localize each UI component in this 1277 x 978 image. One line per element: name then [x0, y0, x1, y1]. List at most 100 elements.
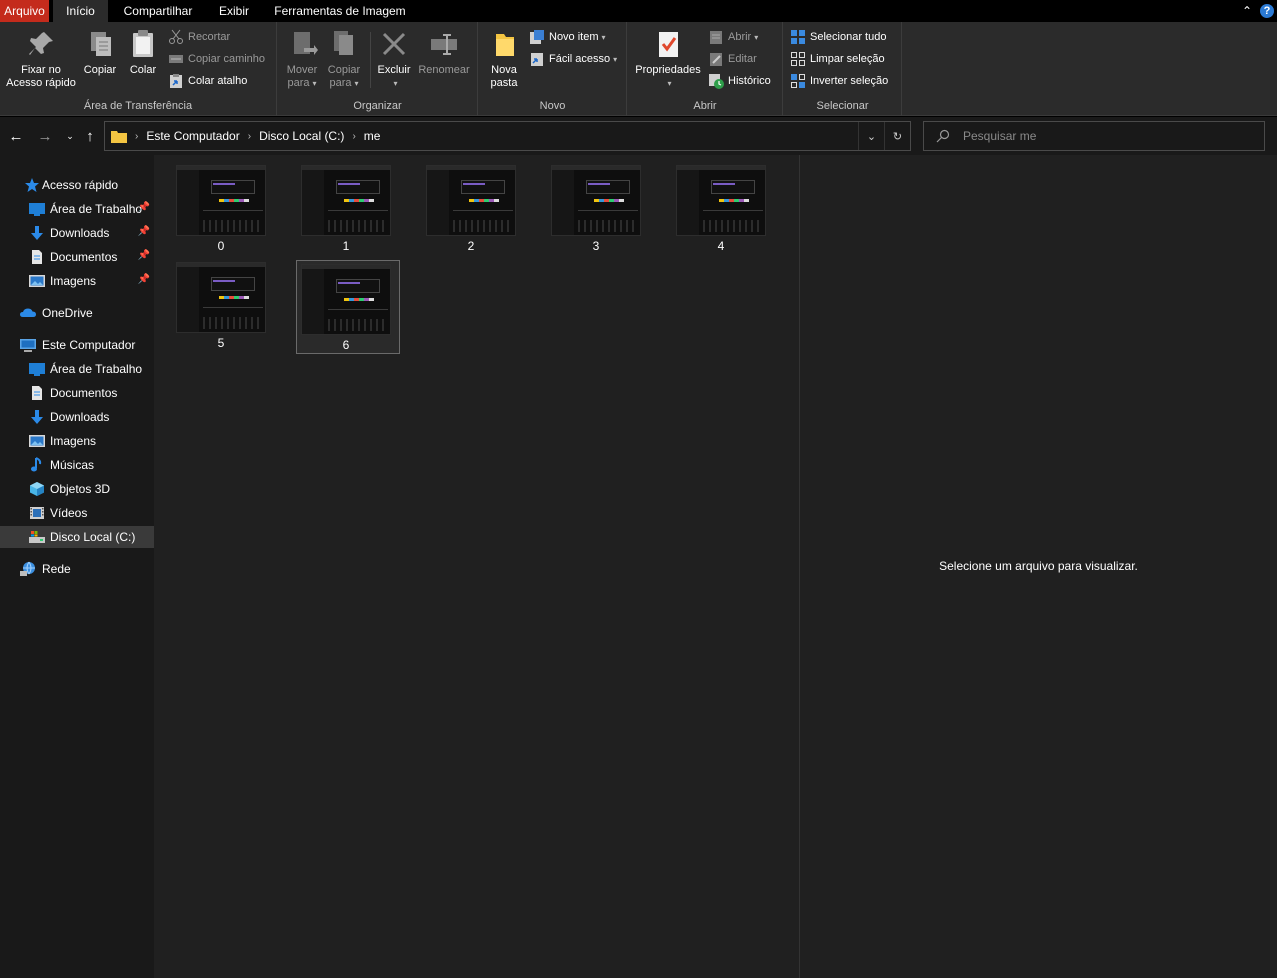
copy-to-button[interactable]: Copiar para ▾	[324, 28, 364, 90]
file-item[interactable]: 0	[154, 159, 266, 253]
file-item[interactable]: 4	[654, 159, 766, 253]
invert-selection-label: Inverter seleção	[810, 75, 889, 87]
pin-quick-access-button[interactable]: Fixar no Acesso rápido	[4, 28, 78, 90]
collapse-ribbon-icon[interactable]: ⌃	[1237, 0, 1257, 22]
ribbon-tab-bar: Arquivo Início Compartilhar Exibir Ferra…	[0, 0, 1277, 22]
breadcrumb-separator-icon[interactable]: ›	[352, 131, 355, 142]
delete-button[interactable]: Excluir ▾	[374, 28, 414, 90]
sidebar-label: Imagens	[50, 274, 97, 288]
sidebar-item-this-pc[interactable]: Este Computador	[0, 334, 154, 356]
sidebar-item-3d-objects[interactable]: Objetos 3D	[0, 478, 154, 500]
cut-button[interactable]: Recortar	[168, 27, 230, 47]
history-button[interactable]: Histórico	[708, 71, 771, 91]
preview-message: Selecione um arquivo para visualizar.	[939, 559, 1138, 573]
search-input[interactable]	[963, 129, 1253, 143]
sidebar-item-videos[interactable]: Vídeos	[0, 502, 154, 524]
sidebar-item-pictures[interactable]: Imagens	[0, 430, 154, 452]
tab-file[interactable]: Arquivo	[0, 0, 49, 22]
image-thumbnail	[176, 262, 266, 333]
address-history-chevron-icon[interactable]: ⌄	[858, 122, 884, 150]
open-button[interactable]: Abrir ▾	[708, 27, 758, 47]
sidebar-item-documents[interactable]: Documentos	[0, 382, 154, 404]
file-item[interactable]: 2	[404, 159, 516, 253]
select-all-button[interactable]: Selecionar tudo	[790, 27, 886, 47]
paste-label: Colar	[129, 64, 157, 76]
back-arrow-icon[interactable]: ←	[6, 126, 26, 146]
sidebar-label: Este Computador	[42, 338, 136, 352]
ribbon: Fixar no Acesso rápido Copiar Colar Reco…	[0, 22, 1277, 116]
refresh-icon[interactable]: ↻	[884, 122, 910, 150]
tab-home[interactable]: Início	[53, 0, 108, 22]
new-folder-icon	[488, 28, 520, 60]
file-item[interactable]: 1	[279, 159, 391, 253]
new-folder-button[interactable]: Nova pasta	[485, 28, 523, 90]
sidebar-label: Objetos 3D	[50, 482, 111, 496]
file-item-selected[interactable]: 6	[296, 260, 400, 354]
sidebar-item-downloads[interactable]: Downloads	[0, 406, 154, 428]
open-label: Abrir	[728, 31, 752, 43]
delete-dropdown-icon[interactable]: ▾	[377, 77, 414, 90]
copy-label: Copiar	[83, 64, 117, 76]
sidebar-item-music[interactable]: Músicas	[0, 454, 154, 476]
pictures-icon	[29, 273, 45, 289]
sidebar-item-pictures-pinned[interactable]: Imagens 📌	[0, 270, 154, 292]
copy-button[interactable]: Copiar	[82, 28, 118, 77]
network-icon	[20, 561, 36, 577]
paste-shortcut-button[interactable]: Colar atalho	[168, 71, 247, 91]
sidebar-item-desktop[interactable]: Área de Trabalho	[0, 358, 154, 380]
sidebar-item-quick-access[interactable]: Acesso rápido	[0, 174, 154, 196]
select-none-button[interactable]: Limpar seleção	[790, 49, 885, 69]
file-item[interactable]: 3	[529, 159, 641, 253]
breadcrumb-this-pc[interactable]: Este Computador	[146, 129, 239, 143]
rename-button[interactable]: Renomear	[416, 28, 472, 77]
breadcrumb-separator-icon[interactable]: ›	[135, 131, 138, 142]
breadcrumb-local-disk[interactable]: Disco Local (C:)	[259, 129, 344, 143]
tabbar-controls: ⌃ ?	[1237, 0, 1277, 22]
recent-locations-chevron-icon[interactable]: ⌄	[60, 126, 80, 146]
copy-path-button[interactable]: Copiar caminho	[168, 49, 265, 69]
clipboard-group-label: Área de Transferência	[83, 100, 193, 112]
tab-view[interactable]: Exibir	[208, 0, 260, 22]
file-item[interactable]: 5	[154, 256, 266, 350]
delete-x-icon	[378, 28, 410, 60]
address-bar[interactable]: › Este Computador › Disco Local (C:) › m…	[104, 121, 911, 151]
sidebar-item-local-disk[interactable]: Disco Local (C:)	[0, 526, 154, 548]
sidebar-item-documents-pinned[interactable]: Documentos 📌	[0, 246, 154, 268]
sidebar-label: Documentos	[50, 250, 118, 264]
help-icon[interactable]: ?	[1257, 0, 1277, 22]
new-group-label: Novo	[539, 100, 566, 112]
download-arrow-icon	[29, 409, 45, 425]
pinned-icon: 📌	[137, 226, 150, 237]
sidebar-label: Imagens	[50, 434, 97, 448]
pin-label-1: Fixar no	[21, 64, 61, 76]
tab-share[interactable]: Compartilhar	[112, 0, 204, 22]
sidebar-item-onedrive[interactable]: OneDrive	[0, 302, 154, 324]
scissors-icon	[168, 29, 184, 45]
search-box[interactable]	[923, 121, 1265, 151]
video-icon	[29, 505, 45, 521]
forward-arrow-icon[interactable]: →	[35, 126, 55, 146]
up-arrow-icon[interactable]: ↑	[80, 126, 100, 146]
edit-button[interactable]: Editar	[708, 49, 757, 69]
move-to-button[interactable]: Mover para ▾	[282, 28, 322, 90]
invert-selection-button[interactable]: Inverter seleção	[790, 71, 888, 91]
easy-access-button[interactable]: Fácil acesso ▾	[529, 49, 617, 69]
breadcrumb-separator-icon[interactable]: ›	[248, 131, 251, 142]
breadcrumb-me[interactable]: me	[364, 129, 381, 143]
sidebar-item-network[interactable]: Rede	[0, 558, 154, 580]
sidebar-item-desktop-pinned[interactable]: Área de Trabalho 📌	[0, 198, 154, 220]
sidebar-label: Disco Local (C:)	[50, 530, 136, 544]
properties-button[interactable]: Propriedades ▾	[632, 28, 704, 90]
copy-path-icon	[168, 51, 184, 67]
new-item-button[interactable]: Novo item ▾	[529, 27, 606, 47]
new-folder-label-2: pasta	[490, 77, 518, 89]
navigation-pane: Acesso rápido Área de Trabalho 📌 Downloa…	[0, 155, 154, 978]
properties-dropdown-icon[interactable]: ▾	[635, 77, 704, 90]
paste-button[interactable]: Colar	[124, 28, 162, 77]
folder-icon	[111, 130, 127, 143]
new-item-label: Novo item	[549, 31, 599, 43]
history-label: Histórico	[728, 75, 771, 87]
select-all-label: Selecionar tudo	[810, 31, 887, 43]
sidebar-item-downloads-pinned[interactable]: Downloads 📌	[0, 222, 154, 244]
tab-image-tools[interactable]: Ferramentas de Imagem	[266, 0, 414, 22]
